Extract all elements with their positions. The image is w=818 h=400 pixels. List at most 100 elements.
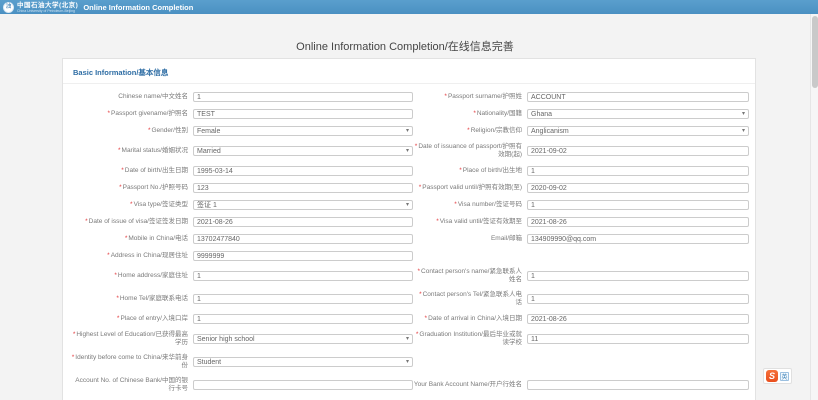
place-of-birth-input[interactable]: 1 xyxy=(527,166,749,176)
date-of-birth-value: 1995-03-14 xyxy=(197,168,233,175)
required-marker: * xyxy=(73,331,76,338)
required-marker: * xyxy=(467,127,470,134)
religion-label: *Religion/宗教信仰 xyxy=(413,127,527,135)
visa-type-value: 签证 1 xyxy=(197,200,217,210)
contact-person-tel-input[interactable]: 1 xyxy=(527,294,749,304)
passport-issue-date-value: 2021-09-02 xyxy=(531,148,567,155)
identity-before-china-select[interactable]: Student▾ xyxy=(193,357,413,367)
university-logo-glyph: 油 xyxy=(5,4,11,10)
passport-surname-label: *Passport surname/护照姓 xyxy=(413,93,527,101)
header-bar: 油 中国石油大学(北京) China University of Petrole… xyxy=(0,0,818,14)
contact-person-tel-label-text: Contact person's Tel/紧急联系人电话 xyxy=(423,291,522,306)
university-name-block: 中国石油大学(北京) China University of Petroleum… xyxy=(17,2,78,13)
marital-status-label: *Marital status/婚姻状况 xyxy=(71,147,193,155)
visa-number-value: 1 xyxy=(531,202,535,209)
passport-issue-date-label-text: Date of issuance of passport/护照有效期(起) xyxy=(418,143,522,158)
place-of-entry-label: *Place of entry/入境口岸 xyxy=(71,315,193,323)
marital-status-select[interactable]: Married▾ xyxy=(193,146,413,156)
required-marker: * xyxy=(454,201,457,208)
required-marker: * xyxy=(119,184,122,191)
ime-tray-widget[interactable]: S 英 xyxy=(763,368,792,384)
required-marker: * xyxy=(121,167,124,174)
passport-no-input[interactable]: 123 xyxy=(193,183,413,193)
chinese-bank-account-no-input[interactable] xyxy=(193,380,413,390)
address-in-china-value: 9999999 xyxy=(197,253,224,260)
date-of-birth-label: *Date of birth/出生日期 xyxy=(71,167,193,175)
graduation-institution-label: *Graduation Institution/最后毕业或就读学校 xyxy=(413,331,527,347)
home-address-label: *Home address/家庭住址 xyxy=(71,272,193,280)
passport-givename-label-text: Passport givename/护照名 xyxy=(111,110,188,117)
chevron-down-icon: ▾ xyxy=(742,111,745,117)
highest-education-select[interactable]: Senior high school▾ xyxy=(193,334,413,344)
university-name-en: China University of Petroleum-Beijing xyxy=(17,9,78,13)
bank-account-name-input[interactable] xyxy=(527,380,749,390)
passport-issue-date-input[interactable]: 2021-09-02 xyxy=(527,146,749,156)
bank-account-name-label-text: Your Bank Account Name/开户行姓名 xyxy=(414,381,522,388)
gender-label: *Gender/性别 xyxy=(71,127,193,135)
visa-type-label-text: Visa type/签证类型 xyxy=(134,201,188,208)
required-marker: * xyxy=(130,201,133,208)
required-marker: * xyxy=(116,295,119,302)
bank-account-name-label: Your Bank Account Name/开户行姓名 xyxy=(413,381,527,389)
page-scrollbar-track[interactable] xyxy=(810,14,818,400)
required-marker: * xyxy=(473,110,476,117)
visa-issue-date-input[interactable]: 2021-08-26 xyxy=(193,217,413,227)
visa-type-label: *Visa type/签证类型 xyxy=(71,201,193,209)
email-input[interactable]: 134909990@qq.com xyxy=(527,234,749,244)
mobile-in-china-input[interactable]: 13702477840 xyxy=(193,234,413,244)
home-address-value: 1 xyxy=(197,273,201,280)
email-label-text: Email/邮箱 xyxy=(491,235,522,242)
required-marker: * xyxy=(125,235,128,242)
visa-valid-until-value: 2021-08-26 xyxy=(531,219,567,226)
passport-valid-until-input[interactable]: 2020-09-02 xyxy=(527,183,749,193)
visa-type-select[interactable]: 签证 1▾ xyxy=(193,200,413,210)
place-of-entry-input[interactable]: 1 xyxy=(193,314,413,324)
place-of-entry-value: 1 xyxy=(197,316,201,323)
identity-before-china-label: *Identity before come to China/来华前身份 xyxy=(71,354,193,370)
graduation-institution-input[interactable]: 11 xyxy=(527,334,749,344)
app-title: Online Information Completion xyxy=(83,3,193,12)
required-marker: * xyxy=(85,218,88,225)
home-address-input[interactable]: 1 xyxy=(193,271,413,281)
required-marker: * xyxy=(459,167,462,174)
place-of-entry-label-text: Place of entry/入境口岸 xyxy=(120,315,188,322)
contact-person-tel-label: *Contact person's Tel/紧急联系人电话 xyxy=(413,291,527,307)
date-of-birth-input[interactable]: 1995-03-14 xyxy=(193,166,413,176)
address-in-china-input[interactable]: 9999999 xyxy=(193,251,413,261)
passport-givename-input[interactable]: TEST xyxy=(193,109,413,119)
visa-number-label-text: Visa number/签证号码 xyxy=(458,201,522,208)
visa-number-input[interactable]: 1 xyxy=(527,200,749,210)
email-label: Email/邮箱 xyxy=(413,235,527,243)
marital-status-label-text: Marital status/婚姻状况 xyxy=(122,147,188,154)
page-scrollbar-thumb[interactable] xyxy=(812,16,818,88)
nationality-select[interactable]: Ghana ▾ xyxy=(527,109,749,119)
chinese-bank-account-no-label: Account No. of Chinese Bank/中国的银行卡号 xyxy=(71,377,193,393)
required-marker: * xyxy=(72,354,75,361)
gender-select[interactable]: Female▾ xyxy=(193,126,413,136)
chevron-down-icon: ▾ xyxy=(742,128,745,134)
passport-surname-label-text: Passport surname/护照姓 xyxy=(448,93,522,100)
chinese-name-input[interactable]: 1 xyxy=(193,92,413,102)
sogou-input-icon[interactable]: S xyxy=(766,370,778,382)
religion-select[interactable]: Anglicanism▾ xyxy=(527,126,749,136)
nationality-value: Ghana xyxy=(531,111,552,118)
date-of-arrival-input[interactable]: 2021-08-26 xyxy=(527,314,749,324)
home-tel-input[interactable]: 1 xyxy=(193,294,413,304)
required-marker: * xyxy=(118,147,121,154)
university-name-zh: 中国石油大学(北京) xyxy=(17,2,78,9)
gender-value: Female xyxy=(197,128,220,135)
place-of-birth-label-text: Place of birth/出生地 xyxy=(463,167,522,174)
ime-language-icon[interactable]: 英 xyxy=(780,372,789,381)
visa-valid-until-input[interactable]: 2021-08-26 xyxy=(527,217,749,227)
passport-surname-input[interactable]: ACCOUNT xyxy=(527,92,749,102)
date-of-birth-label-text: Date of birth/出生日期 xyxy=(125,167,188,174)
place-of-birth-value: 1 xyxy=(531,168,535,175)
contact-person-name-label: *Contact person's name/紧急联系人姓名 xyxy=(413,268,527,284)
visa-issue-date-value: 2021-08-26 xyxy=(197,219,233,226)
required-marker: * xyxy=(114,272,117,279)
home-address-label-text: Home address/家庭住址 xyxy=(118,272,188,279)
contact-person-name-input[interactable]: 1 xyxy=(527,271,749,281)
chevron-down-icon: ▾ xyxy=(406,148,409,154)
tips-row: Tips/提示: Bank Card Opening Example/银行卡开户… xyxy=(63,393,755,400)
visa-valid-until-label-text: Visa valid until/签证有效期至 xyxy=(440,218,522,225)
